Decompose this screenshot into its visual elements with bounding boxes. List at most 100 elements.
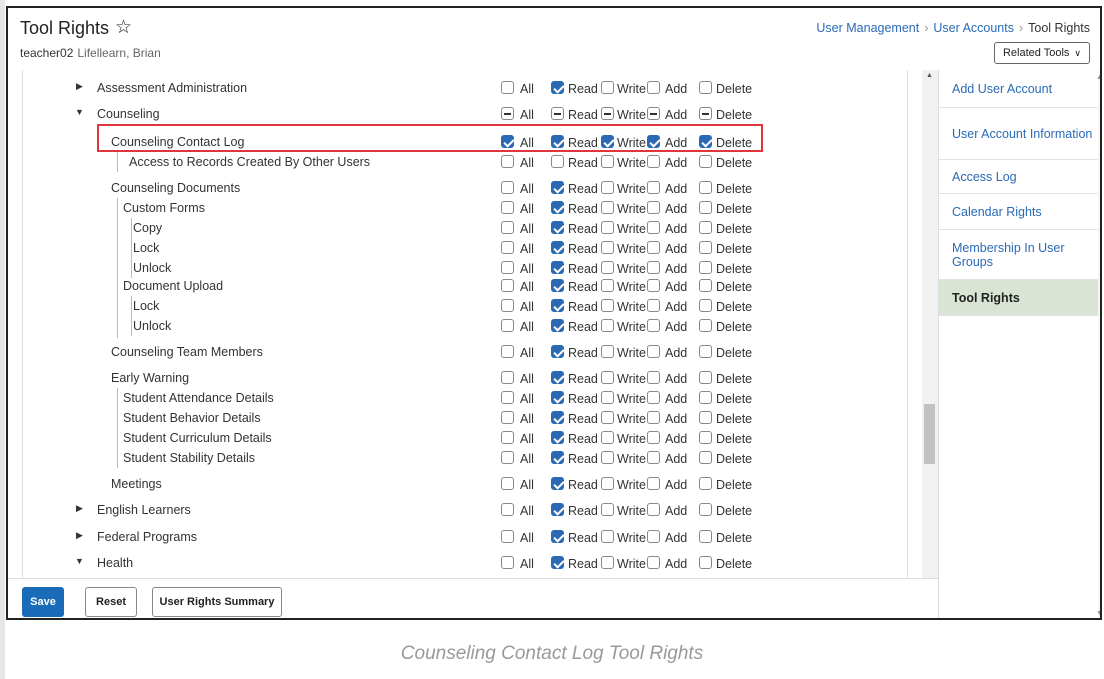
- sidenav-item-tool-rights[interactable]: Tool Rights: [939, 280, 1098, 316]
- add-checkbox[interactable]: [647, 345, 660, 358]
- delete-checkbox[interactable]: [699, 181, 712, 194]
- add-checkbox[interactable]: [647, 221, 660, 234]
- sidenav-item-calendar-rights[interactable]: Calendar Rights: [939, 194, 1098, 230]
- read-checkbox[interactable]: [551, 107, 564, 120]
- sidenav-item-add-user-account[interactable]: Add User Account: [939, 70, 1098, 108]
- read-checkbox[interactable]: [551, 477, 564, 490]
- write-checkbox[interactable]: [601, 279, 614, 292]
- sidenav-item-user-account-information[interactable]: User Account Information: [939, 108, 1098, 160]
- read-checkbox[interactable]: [551, 201, 564, 214]
- scroll-up-icon[interactable]: ▲: [1096, 74, 1100, 81]
- delete-checkbox[interactable]: [699, 503, 712, 516]
- write-checkbox[interactable]: [601, 107, 614, 120]
- read-checkbox[interactable]: [551, 299, 564, 312]
- add-checkbox[interactable]: [647, 556, 660, 569]
- read-checkbox[interactable]: [551, 345, 564, 358]
- all-checkbox[interactable]: [501, 451, 514, 464]
- add-checkbox[interactable]: [647, 431, 660, 444]
- read-checkbox[interactable]: [551, 451, 564, 464]
- all-checkbox[interactable]: [501, 241, 514, 254]
- write-checkbox[interactable]: [601, 451, 614, 464]
- write-checkbox[interactable]: [601, 503, 614, 516]
- scroll-down-icon[interactable]: ▼: [1096, 610, 1100, 617]
- all-checkbox[interactable]: [501, 221, 514, 234]
- delete-checkbox[interactable]: [699, 556, 712, 569]
- all-checkbox[interactable]: [501, 477, 514, 490]
- write-checkbox[interactable]: [601, 371, 614, 384]
- write-checkbox[interactable]: [601, 261, 614, 274]
- favorite-star-icon[interactable]: ☆: [115, 16, 132, 39]
- write-checkbox[interactable]: [601, 201, 614, 214]
- all-checkbox[interactable]: [501, 371, 514, 384]
- delete-checkbox[interactable]: [699, 107, 712, 120]
- sidenav-item-access-log[interactable]: Access Log: [939, 160, 1098, 194]
- all-checkbox[interactable]: [501, 81, 514, 94]
- add-checkbox[interactable]: [647, 181, 660, 194]
- collapse-arrow-icon[interactable]: ▼: [75, 107, 84, 117]
- collapse-arrow-icon[interactable]: ▼: [75, 556, 84, 566]
- scroll-up-icon[interactable]: ▲: [926, 72, 933, 79]
- delete-checkbox[interactable]: [699, 477, 712, 490]
- delete-checkbox[interactable]: [699, 261, 712, 274]
- add-checkbox[interactable]: [647, 241, 660, 254]
- add-checkbox[interactable]: [647, 391, 660, 404]
- read-checkbox[interactable]: [551, 81, 564, 94]
- write-checkbox[interactable]: [601, 155, 614, 168]
- breadcrumb-user-accounts[interactable]: User Accounts: [933, 21, 1014, 35]
- read-checkbox[interactable]: [551, 391, 564, 404]
- read-checkbox[interactable]: [551, 319, 564, 332]
- delete-checkbox[interactable]: [699, 241, 712, 254]
- read-checkbox[interactable]: [551, 431, 564, 444]
- delete-checkbox[interactable]: [699, 221, 712, 234]
- delete-checkbox[interactable]: [699, 391, 712, 404]
- add-checkbox[interactable]: [647, 503, 660, 516]
- read-checkbox[interactable]: [551, 261, 564, 274]
- all-checkbox[interactable]: [501, 431, 514, 444]
- read-checkbox[interactable]: [551, 279, 564, 292]
- delete-checkbox[interactable]: [699, 319, 712, 332]
- add-checkbox[interactable]: [647, 279, 660, 292]
- sidenav-item-membership-in-user-groups[interactable]: Membership In User Groups: [939, 230, 1098, 280]
- all-checkbox[interactable]: [501, 299, 514, 312]
- all-checkbox[interactable]: [501, 319, 514, 332]
- all-checkbox[interactable]: [501, 201, 514, 214]
- read-checkbox[interactable]: [551, 530, 564, 543]
- all-checkbox[interactable]: [501, 503, 514, 516]
- write-checkbox[interactable]: [601, 181, 614, 194]
- delete-checkbox[interactable]: [699, 299, 712, 312]
- all-checkbox[interactable]: [501, 345, 514, 358]
- all-checkbox[interactable]: [501, 107, 514, 120]
- delete-checkbox[interactable]: [699, 279, 712, 292]
- write-checkbox[interactable]: [601, 411, 614, 424]
- delete-checkbox[interactable]: [699, 411, 712, 424]
- all-checkbox[interactable]: [501, 411, 514, 424]
- add-checkbox[interactable]: [647, 81, 660, 94]
- scrollbar-thumb[interactable]: [924, 404, 935, 464]
- save-button[interactable]: Save: [22, 587, 64, 617]
- delete-checkbox[interactable]: [699, 451, 712, 464]
- add-checkbox[interactable]: [647, 477, 660, 490]
- write-checkbox[interactable]: [601, 431, 614, 444]
- delete-checkbox[interactable]: [699, 155, 712, 168]
- write-checkbox[interactable]: [601, 81, 614, 94]
- expand-arrow-icon[interactable]: ▶: [76, 81, 83, 92]
- delete-checkbox[interactable]: [699, 345, 712, 358]
- all-checkbox[interactable]: [501, 261, 514, 274]
- all-checkbox[interactable]: [501, 155, 514, 168]
- write-checkbox[interactable]: [601, 530, 614, 543]
- read-checkbox[interactable]: [551, 371, 564, 384]
- delete-checkbox[interactable]: [699, 431, 712, 444]
- related-tools-button[interactable]: Related Tools ∨: [994, 42, 1090, 64]
- read-checkbox[interactable]: [551, 411, 564, 424]
- read-checkbox[interactable]: [551, 155, 564, 168]
- side-navigation-scrollbar[interactable]: ▲ ▼: [1096, 70, 1100, 618]
- write-checkbox[interactable]: [601, 477, 614, 490]
- all-checkbox[interactable]: [501, 279, 514, 292]
- all-checkbox[interactable]: [501, 556, 514, 569]
- add-checkbox[interactable]: [647, 107, 660, 120]
- write-checkbox[interactable]: [601, 391, 614, 404]
- read-checkbox[interactable]: [551, 556, 564, 569]
- delete-checkbox[interactable]: [699, 201, 712, 214]
- write-checkbox[interactable]: [601, 299, 614, 312]
- add-checkbox[interactable]: [647, 261, 660, 274]
